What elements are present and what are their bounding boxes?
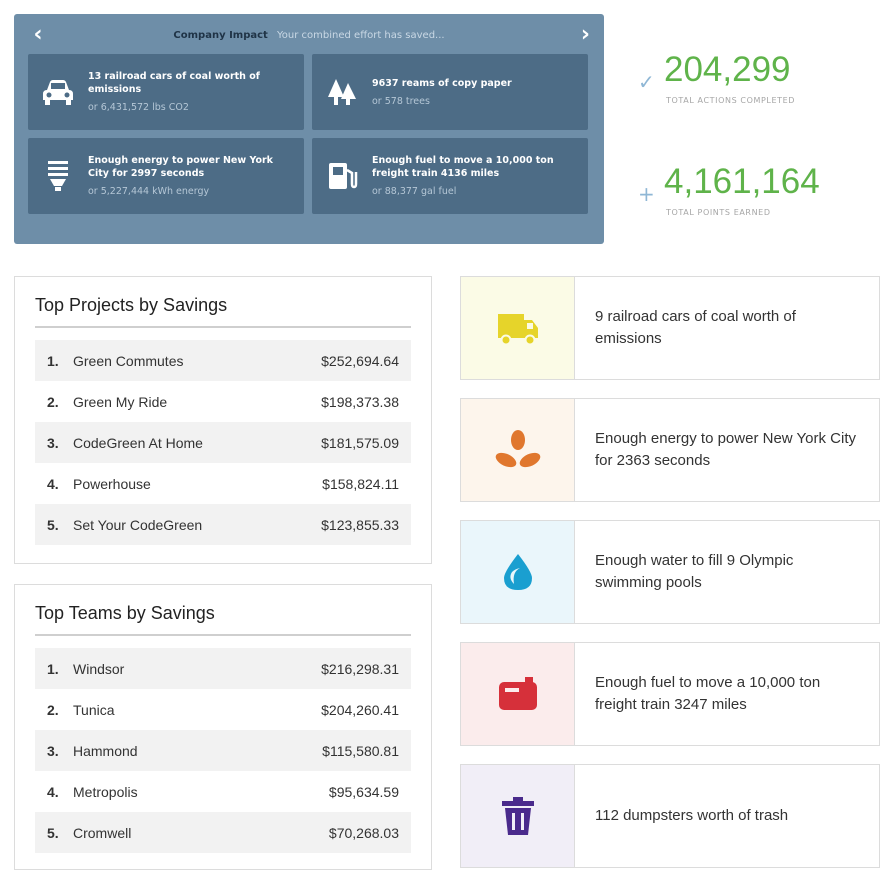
equivalent-card-water: Enough water to fill 9 Olympic swimming … <box>460 520 880 624</box>
total-actions-stat: ✓ 204,299 TOTAL ACTIONS COMPLETED <box>606 40 872 132</box>
top-projects-title: Top Projects by Savings <box>35 295 411 328</box>
project-amount: $252,694.64 <box>321 352 399 369</box>
project-name: Green Commutes <box>73 352 184 369</box>
equivalent-card-energy: Enough energy to power New York City for… <box>460 398 880 502</box>
company-impact-banner: ‹ Company Impact Your combined effort ha… <box>14 14 604 244</box>
impact-subtitle: Your combined effort has saved... <box>277 30 445 41</box>
rank-number: 4. <box>47 783 59 800</box>
truck-icon <box>497 314 538 346</box>
impact-card-sub: or 578 trees <box>372 95 430 107</box>
team-name: Cromwell <box>73 824 132 841</box>
impact-card-fuel: Enough fuel to move a 10,000 ton freight… <box>312 138 588 214</box>
team-amount: $95,634.59 <box>328 783 399 800</box>
trees-icon <box>322 77 362 107</box>
equivalent-text: Enough fuel to move a 10,000 ton freight… <box>595 674 821 713</box>
project-name: Powerhouse <box>73 475 151 492</box>
rank-number: 1. <box>47 660 59 677</box>
project-amount: $198,373.38 <box>321 393 399 410</box>
impact-card-main: Enough fuel to move a 10,000 ton freight… <box>372 155 554 179</box>
project-row[interactable]: 4. Powerhouse $158,824.11 <box>35 463 411 504</box>
rank-number: 3. <box>47 742 59 759</box>
total-points-stat: + 4,161,164 TOTAL POINTS EARNED <box>606 152 872 244</box>
project-name: CodeGreen At Home <box>73 434 203 451</box>
impact-card-main: 9637 reams of copy paper <box>372 77 512 89</box>
fuel-can-icon <box>498 677 537 710</box>
team-row[interactable]: 2. Tunica $204,260.41 <box>35 689 411 730</box>
rank-number: 2. <box>47 393 59 410</box>
team-amount: $204,260.41 <box>321 701 399 718</box>
team-name: Tunica <box>73 701 115 718</box>
previous-arrow-icon[interactable]: ‹ <box>28 24 48 48</box>
top-teams-title: Top Teams by Savings <box>35 603 411 636</box>
impact-card-energy: Enough energy to power New York City for… <box>28 138 304 214</box>
project-amount: $158,824.11 <box>322 475 399 492</box>
impact-card-sub: or 5,227,444 kWh energy <box>88 186 210 197</box>
rank-number: 1. <box>47 352 59 369</box>
car-icon <box>38 78 78 106</box>
team-amount: $216,298.31 <box>321 660 399 677</box>
total-points-label: TOTAL POINTS EARNED <box>666 208 771 217</box>
team-name: Hammond <box>73 742 138 759</box>
project-name: Green My Ride <box>73 393 168 410</box>
impact-card-paper: 9637 reams of copy paper or 578 trees <box>312 54 588 130</box>
equivalent-text: 112 dumpsters worth of trash <box>595 807 789 824</box>
impact-card-sub: or 6,431,572 lbs CO2 <box>88 102 189 113</box>
rank-number: 5. <box>47 824 59 841</box>
total-actions-label: TOTAL ACTIONS COMPLETED <box>666 96 796 105</box>
impact-card-main: Enough energy to power New York City for… <box>88 155 273 179</box>
rank-number: 3. <box>47 434 59 451</box>
project-row[interactable]: 3. CodeGreen At Home $181,575.09 <box>35 422 411 463</box>
project-name: Set Your CodeGreen <box>73 516 203 533</box>
total-points-value: 4,161,164 <box>664 162 820 201</box>
checkmark-icon: ✓ <box>638 70 655 94</box>
rank-number: 4. <box>47 475 59 492</box>
team-row[interactable]: 5. Cromwell $70,268.03 <box>35 812 411 853</box>
project-row[interactable]: 2. Green My Ride $198,373.38 <box>35 381 411 422</box>
equivalent-card-trash: 112 dumpsters worth of trash <box>460 764 880 868</box>
total-actions-value: 204,299 <box>664 50 791 89</box>
team-amount: $70,268.03 <box>328 824 399 841</box>
lightbulb-icon <box>38 159 78 193</box>
team-row[interactable]: 3. Hammond $115,580.81 <box>35 730 411 771</box>
equivalent-text: 9 railroad cars of coal worth of emissio… <box>595 308 796 347</box>
rank-number: 2. <box>47 701 59 718</box>
impact-card-main: 13 railroad cars of coal worth of emissi… <box>88 71 260 95</box>
project-amount: $123,855.33 <box>321 516 399 533</box>
trash-icon <box>501 797 534 835</box>
impact-card-emissions: 13 railroad cars of coal worth of emissi… <box>28 54 304 130</box>
top-projects-panel: Top Projects by Savings 1. Green Commute… <box>14 276 432 564</box>
impact-header: ‹ Company Impact Your combined effort ha… <box>28 24 590 48</box>
fuel-pump-icon <box>322 160 362 192</box>
equivalent-text: Enough energy to power New York City for… <box>595 430 856 469</box>
team-name: Windsor <box>73 660 125 677</box>
impact-title: Company Impact <box>173 30 268 41</box>
impact-card-sub: or 88,377 gal fuel <box>372 186 457 197</box>
project-amount: $181,575.09 <box>321 434 399 451</box>
stats-panel: ✓ 204,299 TOTAL ACTIONS COMPLETED + 4,16… <box>606 14 872 244</box>
next-arrow-icon[interactable]: › <box>570 24 590 48</box>
plus-icon: + <box>638 182 655 206</box>
equivalent-card-emissions: 9 railroad cars of coal worth of emissio… <box>460 276 880 380</box>
project-row[interactable]: 1. Green Commutes $252,694.64 <box>35 340 411 381</box>
team-row[interactable]: 1. Windsor $216,298.31 <box>35 648 411 689</box>
project-row[interactable]: 5. Set Your CodeGreen $123,855.33 <box>35 504 411 545</box>
fan-icon <box>495 430 540 468</box>
equivalent-text: Enough water to fill 9 Olympic swimming … <box>595 552 794 591</box>
rank-number: 5. <box>47 516 59 533</box>
team-amount: $115,580.81 <box>322 742 399 759</box>
water-drop-icon <box>503 554 532 590</box>
team-row[interactable]: 4. Metropolis $95,634.59 <box>35 771 411 812</box>
equivalent-card-fuel: Enough fuel to move a 10,000 ton freight… <box>460 642 880 746</box>
team-name: Metropolis <box>73 783 138 800</box>
top-teams-panel: Top Teams by Savings 1. Windsor $216,298… <box>14 584 432 870</box>
